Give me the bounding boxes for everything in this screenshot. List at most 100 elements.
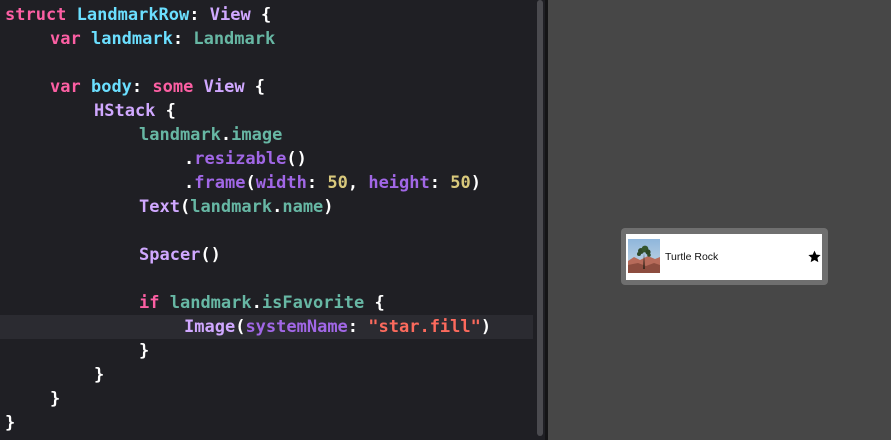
code-line-1[interactable]: struct LandmarkRow: View { xyxy=(0,3,533,27)
code-token: landmark xyxy=(190,197,273,217)
code-token: { xyxy=(364,293,385,313)
code-line-18[interactable]: } xyxy=(0,411,533,435)
code-line-5[interactable]: HStack { xyxy=(0,99,533,123)
code-text: .resizable() xyxy=(184,147,307,171)
code-token: Text xyxy=(139,197,180,217)
star-fill-icon xyxy=(807,249,822,264)
code-text: Image(systemName: "star.fill") xyxy=(184,315,491,339)
code-text: struct LandmarkRow: View { xyxy=(5,3,271,27)
code-token: } xyxy=(94,365,105,385)
code-token: ) xyxy=(470,173,481,193)
code-token: height xyxy=(368,173,430,193)
code-token: { xyxy=(244,77,266,97)
code-token: resizable xyxy=(194,149,287,169)
code-token: : xyxy=(189,5,210,25)
code-line-14[interactable]: Image(systemName: "star.fill") xyxy=(0,315,533,339)
code-token: 50 xyxy=(327,173,348,193)
code-token: () xyxy=(200,245,221,265)
code-token: ( xyxy=(235,317,246,337)
code-token: Image xyxy=(184,317,236,337)
code-token: : xyxy=(131,77,153,97)
code-token: if xyxy=(139,293,160,313)
code-token: . xyxy=(184,149,195,169)
code-line-11[interactable]: Spacer() xyxy=(0,243,533,267)
code-line-6[interactable]: landmark.image xyxy=(0,123,533,147)
code-token: landmark xyxy=(169,293,252,313)
code-token: HStack xyxy=(94,101,156,121)
code-token: landmark xyxy=(90,29,173,49)
landmark-photo-thumbnail xyxy=(628,239,660,273)
code-token: body xyxy=(90,77,132,97)
code-token: : xyxy=(429,173,451,193)
code-text: } xyxy=(5,411,15,435)
source-editor[interactable]: struct LandmarkRow: View {var landmark: … xyxy=(0,0,533,440)
code-line-13[interactable]: if landmark.isFavorite { xyxy=(0,291,533,315)
code-line-9[interactable]: Text(landmark.name) xyxy=(0,195,533,219)
code-line-10[interactable] xyxy=(0,219,533,243)
code-token: , xyxy=(347,173,369,193)
code-token: ( xyxy=(179,197,191,217)
code-token: } xyxy=(139,341,150,361)
code-token: : xyxy=(306,173,328,193)
code-token: . xyxy=(184,173,195,193)
landmark-name-label: Turtle Rock xyxy=(665,251,719,263)
xcode-window: struct LandmarkRow: View {var landmark: … xyxy=(0,0,891,440)
code-token: ) xyxy=(323,197,334,217)
code-line-17[interactable]: } xyxy=(0,387,533,411)
code-token: ) xyxy=(480,317,492,337)
code-token: Spacer xyxy=(139,245,201,265)
code-token: { xyxy=(250,5,272,25)
editor-scrollbar-thumb[interactable] xyxy=(537,0,543,436)
code-token: . xyxy=(251,293,262,313)
code-token: isFavorite xyxy=(261,293,365,313)
code-token: . xyxy=(220,125,232,145)
code-text: } xyxy=(139,339,149,363)
code-line-4[interactable]: var body: some View { xyxy=(0,75,533,99)
code-token: () xyxy=(286,149,307,169)
preview-canvas[interactable] xyxy=(548,0,891,440)
code-token: name xyxy=(282,197,324,217)
code-token: "star.fill" xyxy=(368,317,481,337)
code-line-7[interactable]: .resizable() xyxy=(0,147,533,171)
code-text: .frame(width: 50, height: 50) xyxy=(184,171,481,195)
code-token: View xyxy=(209,5,251,25)
code-text: } xyxy=(50,387,60,411)
code-token: LandmarkRow xyxy=(76,5,190,25)
code-text: HStack { xyxy=(94,99,176,123)
code-token: View xyxy=(203,77,245,97)
code-token: } xyxy=(50,389,61,409)
code-text: var body: some View { xyxy=(50,75,265,99)
code-line-12[interactable] xyxy=(0,267,533,291)
code-token: struct xyxy=(5,5,67,25)
code-token: 50 xyxy=(450,173,471,193)
code-text: landmark.image xyxy=(139,123,282,147)
code-token: ( xyxy=(245,173,256,193)
code-line-2[interactable]: var landmark: Landmark xyxy=(0,27,533,51)
code-token: some xyxy=(152,77,194,97)
code-token: systemName xyxy=(245,317,348,337)
code-token: frame xyxy=(194,173,246,193)
code-token: var xyxy=(50,29,81,49)
code-token: Landmark xyxy=(193,29,276,49)
code-line-8[interactable]: .frame(width: 50, height: 50) xyxy=(0,171,533,195)
code-text: if landmark.isFavorite { xyxy=(139,291,385,315)
code-token: var xyxy=(50,77,81,97)
code-token: width xyxy=(255,173,307,193)
code-token: { xyxy=(155,101,176,121)
code-line-3[interactable] xyxy=(0,51,533,75)
code-token: . xyxy=(272,197,283,217)
code-token: image xyxy=(231,125,283,145)
code-text: } xyxy=(94,363,104,387)
code-token: : xyxy=(347,317,369,337)
code-line-15[interactable]: } xyxy=(0,339,533,363)
code-token: landmark xyxy=(139,125,221,145)
code-line-16[interactable]: } xyxy=(0,363,533,387)
code-token: } xyxy=(5,413,16,433)
code-text: var landmark: Landmark xyxy=(50,27,275,51)
code-token: : xyxy=(172,29,194,49)
